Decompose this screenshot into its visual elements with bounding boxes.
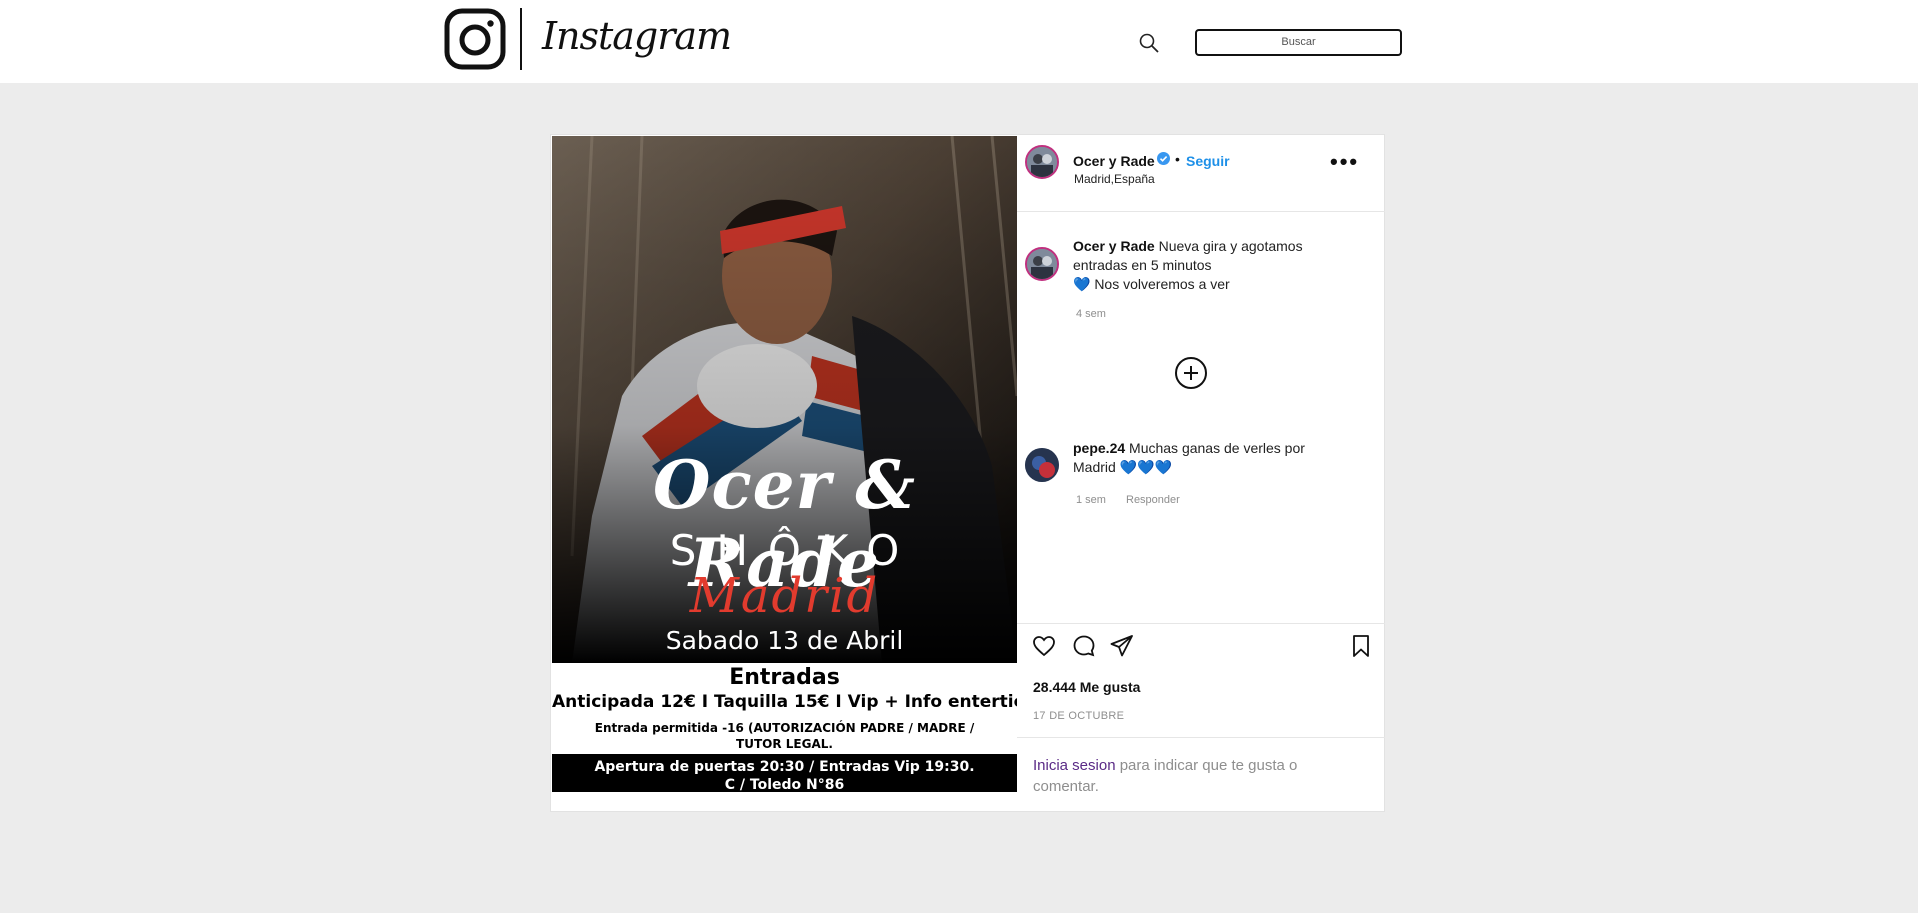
bookmark-icon[interactable] [1348, 633, 1374, 659]
header-divider [1017, 211, 1385, 212]
search-input[interactable]: Buscar [1195, 29, 1402, 56]
poster-prices: Anticipada 12€ I Taquilla 15€ I Vip + In… [552, 692, 1017, 712]
heart-icon[interactable] [1031, 633, 1057, 659]
login-link[interactable]: Inicia sesion [1033, 757, 1116, 774]
separator-dot: • [1175, 151, 1180, 167]
poster-address: C / Toledo N°86 [724, 777, 845, 792]
comment-icon[interactable] [1071, 633, 1097, 659]
post-image[interactable]: Ocer & Rade SHÔKO Madrid Sabado 13 de Ab… [552, 136, 1017, 792]
instagram-logo-icon[interactable] [444, 8, 506, 70]
caption-text: Ocer y Rade Nueva gira y agotamos entrad… [1073, 237, 1323, 294]
avatar-image [1027, 249, 1057, 279]
avatar-image [1027, 147, 1057, 177]
post-card: Ocer & Rade SHÔKO Madrid Sabado 13 de Ab… [550, 134, 1385, 812]
login-prompt: Inicia sesion para indicar que te gusta … [1033, 755, 1363, 797]
follow-button[interactable]: Seguir [1186, 153, 1230, 169]
actions-divider [1017, 623, 1385, 624]
caption-time: 4 sem [1076, 308, 1106, 320]
avatar-image [1025, 448, 1059, 482]
post-side-panel: Ocer y Rade • Seguir Madrid,España ••• O… [1017, 135, 1385, 811]
post-date: 17 DE OCTUBRE [1033, 710, 1125, 722]
author-avatar[interactable] [1025, 145, 1059, 179]
reply-button[interactable]: Responder [1126, 494, 1180, 506]
comment-avatar[interactable] [1025, 448, 1059, 482]
verified-badge-icon [1157, 152, 1170, 165]
poster-city: Madrid [689, 568, 880, 624]
logo-divider [520, 8, 522, 70]
likes-count[interactable]: 28.444 Me gusta [1033, 679, 1140, 695]
poster-ticket-info: Entradas Anticipada 12€ I Taquilla 15€ I… [552, 663, 1017, 754]
poster-doors: Apertura de puertas 20:30 / Entradas Vip… [594, 759, 975, 775]
more-options-icon[interactable]: ••• [1330, 149, 1359, 175]
top-bar: Instagram Buscar [0, 0, 1918, 83]
login-divider [1017, 737, 1385, 738]
caption-body-line2: 💙 Nos volveremos a ver [1073, 276, 1230, 292]
author-username[interactable]: Ocer y Rade [1073, 153, 1155, 169]
search-icon[interactable] [1138, 32, 1160, 54]
poster-footer: Apertura de puertas 20:30 / Entradas Vip… [552, 754, 1017, 792]
comment-time: 1 sem [1076, 494, 1106, 506]
instagram-wordmark[interactable]: Instagram [542, 14, 732, 58]
poster-minors-note: Entrada permitida -16 (AUTORIZACIÓN PADR… [594, 721, 975, 751]
poster-date: Sabado 13 de Abril [665, 626, 904, 655]
plus-circle-icon[interactable] [1174, 356, 1208, 390]
caption-username[interactable]: Ocer y Rade [1073, 238, 1155, 254]
poster-tickets-heading: Entradas [729, 665, 840, 690]
paper-plane-icon[interactable] [1109, 633, 1135, 659]
comment-username[interactable]: pepe.24 [1073, 440, 1125, 456]
post-location[interactable]: Madrid,España [1074, 172, 1155, 186]
caption-avatar[interactable] [1025, 247, 1059, 281]
comment-text: pepe.24 Muchas ganas de verles por Madri… [1073, 439, 1323, 477]
